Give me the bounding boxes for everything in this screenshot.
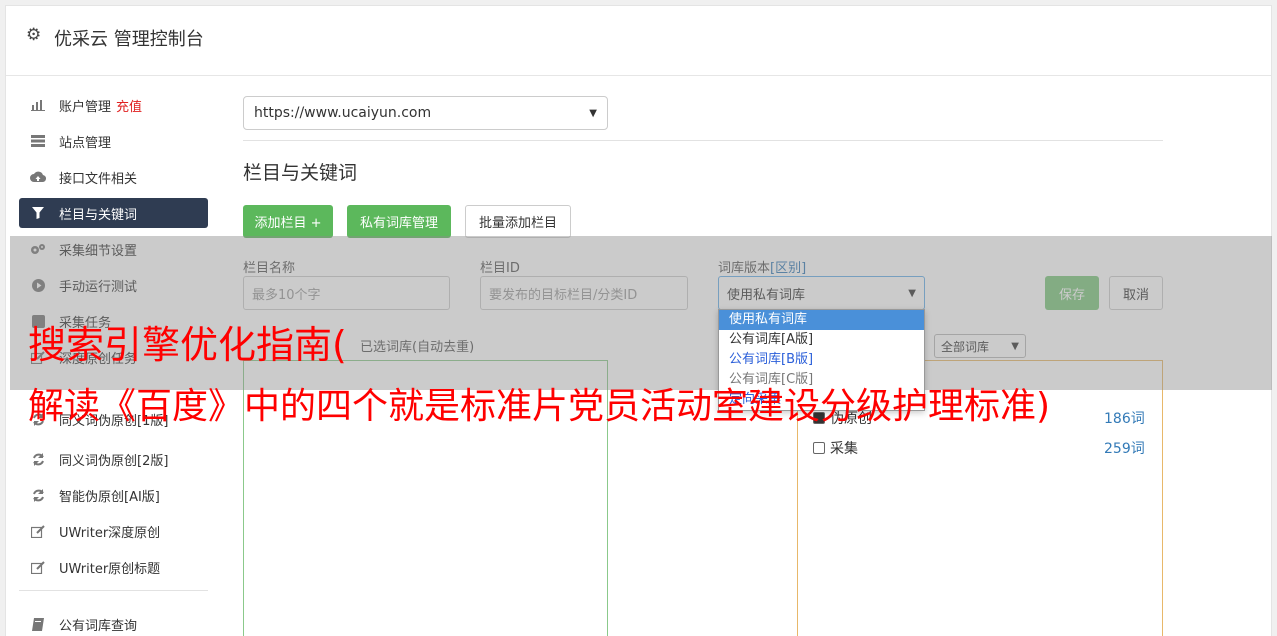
sidebar-item-ai-rewrite[interactable]: 智能伪原创[AI版] <box>19 480 208 510</box>
sidebar-item-columns-keywords[interactable]: 栏目与关键词 <box>19 198 208 228</box>
banner-line-2: 解读《百度》中的四个就是标准片党员活动室建设分级护理标准) <box>28 386 1051 427</box>
sidebar-divider <box>19 590 208 591</box>
sidebar-item-label: 同义词伪原创[2版] <box>59 453 169 469</box>
sidebar-item-label: 站点管理 <box>59 135 112 151</box>
sidebar-item-label: UWriter原创标题 <box>59 561 161 577</box>
lib-item-count: 186词 <box>1104 411 1145 427</box>
gear-icon: ⚙ <box>26 25 42 45</box>
sidebar-item-synonym-v2[interactable]: 同义词伪原创[2版] <box>19 444 208 474</box>
sidebar-item-account[interactable]: 账户管理 充值 <box>19 90 208 120</box>
sidebar-item-uwriter-title[interactable]: UWriter原创标题 <box>19 552 208 582</box>
book-icon <box>29 617 47 631</box>
sidebar-item-label: 接口文件相关 <box>59 171 138 187</box>
sidebar-item-label: 公有词库查询 <box>59 618 138 634</box>
banner-line-1: 搜索引擎优化指南( <box>28 323 347 367</box>
sidebar-item-sites[interactable]: 站点管理 <box>19 126 208 156</box>
dropdown-option[interactable]: 公有词库[B版] <box>719 350 924 370</box>
filter-icon <box>29 206 47 220</box>
sidebar-item-label: 智能伪原创[AI版] <box>59 489 160 505</box>
dropdown-option[interactable]: 使用私有词库 <box>719 310 924 330</box>
private-lib-button[interactable]: 私有词库管理 <box>347 205 451 238</box>
page-title: 优采云 管理控制台 <box>54 29 204 50</box>
lib-item-collect[interactable]: 采集 <box>813 438 858 458</box>
chevron-down-icon: ▼ <box>589 107 597 119</box>
refresh-icon <box>29 488 47 502</box>
site-select[interactable]: https://www.ucaiyun.com ▼ <box>243 96 608 130</box>
edit-icon <box>29 560 47 574</box>
edit-icon <box>29 524 47 538</box>
lib-item-count: 259词 <box>1104 441 1145 457</box>
sidebar-item-public-lib-query[interactable]: 公有词库查询 <box>19 609 208 636</box>
section-title: 栏目与关键词 <box>243 162 358 184</box>
refresh-icon <box>29 452 47 466</box>
sidebar-item-uwriter-deep[interactable]: UWriter深度原创 <box>19 516 208 546</box>
batch-add-column-button[interactable]: 批量添加栏目 <box>465 205 571 238</box>
bar-chart-icon <box>29 98 47 112</box>
cloud-upload-icon <box>29 170 47 184</box>
recharge-link[interactable]: 充值 <box>116 96 142 115</box>
main-divider <box>243 140 1163 141</box>
checkbox[interactable] <box>813 442 825 454</box>
sidebar-item-interface[interactable]: 接口文件相关 <box>19 162 208 192</box>
sidebar-item-label: UWriter深度原创 <box>59 525 161 541</box>
sidebar-item-label: 账户管理 <box>59 99 112 115</box>
add-column-button[interactable]: 添加栏目 + <box>243 205 333 238</box>
server-icon <box>29 134 47 148</box>
sidebar-item-label: 栏目与关键词 <box>59 207 138 223</box>
dropdown-option[interactable]: 公有词库[A版] <box>719 330 924 350</box>
site-select-value: https://www.ucaiyun.com <box>254 105 432 121</box>
page-header: ⚙ 优采云 管理控制台 <box>6 6 1271 76</box>
